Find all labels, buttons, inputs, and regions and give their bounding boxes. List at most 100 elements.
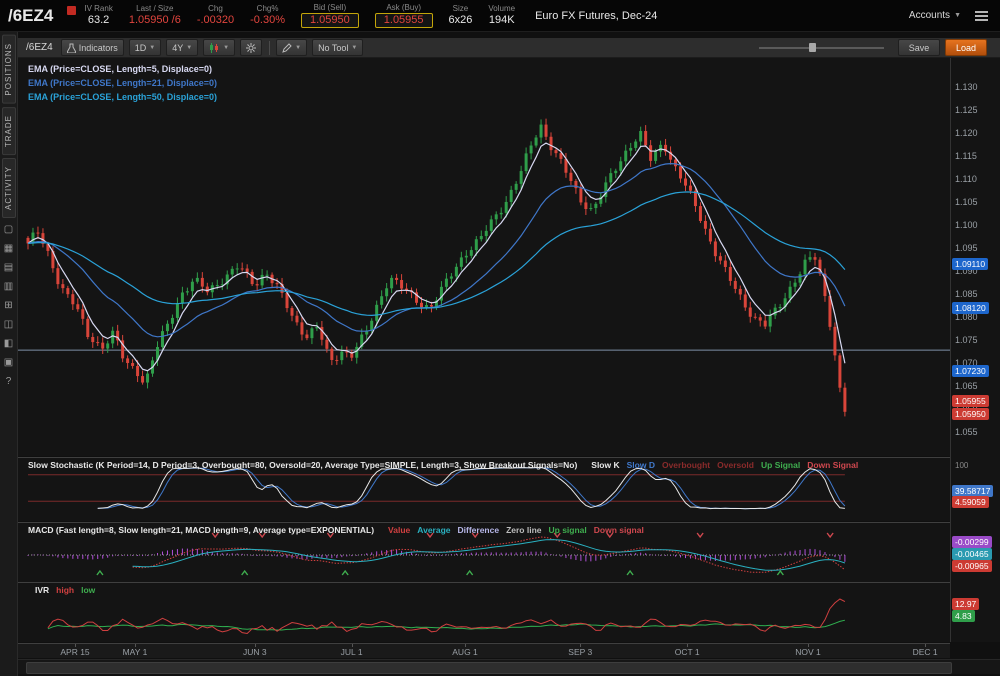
quote-field-label: Chg: [208, 4, 223, 13]
quote-field-label: Chg%: [256, 4, 279, 13]
macd-title: MACD (Fast length=8, Slow length=21, MAC…: [28, 525, 644, 535]
sidebar-users-icon[interactable]: ◧: [1, 336, 17, 351]
legend-item: IVR: [35, 585, 50, 595]
chevron-down-icon: ▼: [186, 44, 193, 51]
time-axis-label: AUG 1: [452, 647, 478, 657]
quote-header: /6EZ4 IV Rank 63.2 Last / Size 1.05950 /6 Ch…: [0, 0, 1000, 32]
chart-toolbar: /6EZ4 Indicators 1D ▼ 4Y ▼ ▼ ▼ No Tool ▼ Sa…: [18, 38, 1000, 58]
quote-field-label: Last / Size: [136, 4, 174, 13]
accounts-label: Accounts: [908, 10, 951, 21]
price-axis[interactable]: [950, 58, 1000, 642]
quote-field: Chg -.00320: [197, 4, 234, 27]
quote-field-label: IV Rank: [84, 4, 113, 13]
quote-field-value: 6x26: [448, 14, 473, 26]
ivr-title: IVR high low: [28, 585, 95, 595]
flask-icon: [66, 43, 76, 53]
legend-item: Value: [388, 525, 411, 535]
ema-legend-row: EMA (Price=CLOSE, Length=21, Displace=0): [28, 78, 217, 88]
legend-item: Up Signal: [761, 460, 801, 470]
legend-item: Difference: [457, 525, 500, 535]
time-axis-label: DEC 1: [912, 647, 938, 657]
range-dropdown[interactable]: 4Y ▼: [166, 39, 199, 56]
candlestick-plot[interactable]: [18, 58, 950, 456]
ema-legend-row: EMA (Price=CLOSE, Length=5, Displace=0): [28, 64, 212, 74]
legend-item: Down signal: [593, 525, 644, 535]
time-axis-label: APR 15: [60, 647, 90, 657]
ema-legend: EMA (Price=CLOSE, Length=5, Displace=0) E…: [28, 62, 217, 104]
sidebar-watchlist-icon[interactable]: ▤: [1, 260, 17, 275]
stochastic-pane[interactable]: Slow Stochastic (K Period=14, D Period=3…: [18, 457, 950, 521]
macd-pane[interactable]: MACD (Fast length=8, Slow length=21, MAC…: [18, 522, 950, 582]
quote-field-value: 63.2: [87, 14, 110, 26]
ivr-plot[interactable]: [18, 583, 950, 642]
left-sidebar: POSITIONS TRADE ACTIVITY ▢ ▦ ▤ ▥ ⊞ ◫ ◧ ▣?: [0, 32, 18, 676]
active-tool-dropdown[interactable]: No Tool ▼: [312, 39, 364, 56]
legend-item: Slow K: [591, 460, 620, 470]
quote-field: Size 6x26: [449, 4, 473, 27]
pencil-icon: [282, 42, 292, 53]
save-button[interactable]: Save: [898, 39, 940, 56]
legend-item: low: [81, 585, 96, 595]
stochastic-title-text: Slow Stochastic (K Period=14, D Period=3…: [28, 460, 578, 470]
sidebar-tab-activity[interactable]: ACTIVITY: [1, 157, 16, 218]
timeframe-dropdown[interactable]: 1D ▼: [128, 39, 162, 56]
sidebar-briefcase-icon[interactable]: ◫: [1, 317, 17, 332]
alert-flag-icon[interactable]: [67, 6, 77, 15]
zoom-slider[interactable]: [759, 43, 884, 52]
chart-style-dropdown[interactable]: ▼: [203, 39, 236, 56]
quote-field: Last / Size 1.05950 /6: [129, 4, 181, 27]
quote-field: Chg% -0.30%: [250, 4, 285, 27]
sidebar-chart-icon[interactable]: ▥: [1, 279, 17, 294]
zoom-slider-track: [759, 47, 884, 49]
zoom-slider-handle[interactable]: [809, 43, 816, 52]
drawing-set-dropdown[interactable]: ▼: [276, 39, 308, 56]
time-axis-label: MAY 1: [122, 647, 148, 657]
quote-field: IV Rank 63.2: [84, 4, 112, 27]
legend-item: Zero line: [506, 525, 542, 535]
chart-symbol-label: /6EZ4: [26, 42, 53, 53]
quote-fields: IV Rank 63.2 Last / Size 1.05950 /6 Chg -.003…: [84, 3, 531, 28]
quote-field-label: Ask (Buy): [386, 3, 421, 12]
chevron-down-icon: ▼: [351, 44, 358, 51]
price-chart-pane[interactable]: EMA (Price=CLOSE, Length=5, Displace=0) E…: [18, 58, 950, 456]
indicators-button[interactable]: Indicators: [60, 39, 124, 56]
time-axis-label: JUN 3: [242, 647, 267, 657]
sidebar-camera-icon[interactable]: ▣: [1, 355, 17, 370]
quote-field-value[interactable]: 1.05955: [374, 13, 433, 28]
sidebar-help-icon[interactable]: ?: [1, 374, 17, 389]
gear-icon: [246, 42, 257, 53]
stochastic-title: Slow Stochastic (K Period=14, D Period=3…: [28, 460, 858, 470]
quote-field-value: -0.30%: [250, 14, 285, 26]
quote-field-value: 194K: [488, 14, 515, 26]
sidebar-monitor-icon[interactable]: ▢: [1, 222, 17, 237]
quote-field-value[interactable]: 1.05950: [301, 13, 359, 28]
quote-field-label: Volume: [488, 4, 516, 13]
time-axis-label: JUL 1: [340, 647, 363, 657]
legend-item: high: [56, 585, 75, 595]
ema-legend-row: EMA (Price=CLOSE, Length=50, Displace=0): [28, 92, 217, 102]
legend-item: Overbought: [661, 460, 711, 470]
trading-platform-window: /6EZ4 IV Rank 63.2 Last / Size 1.05950 /6 Ch…: [0, 0, 1000, 676]
sidebar-tab-trade[interactable]: TRADE: [1, 106, 16, 155]
legend-item: Oversold: [717, 460, 754, 470]
sidebar-tab-positions[interactable]: POSITIONS: [1, 35, 16, 104]
contract-description: Euro FX Futures, Dec-24: [535, 9, 658, 22]
load-button[interactable]: Load: [945, 39, 987, 56]
ivr-pane[interactable]: IVR high low: [18, 582, 950, 642]
quote-field: Bid (Sell) 1.05950: [301, 3, 359, 28]
scrollbar-handle[interactable]: [26, 662, 952, 674]
sidebar-calendar-icon[interactable]: ▦: [1, 241, 17, 256]
candlestick-icon: [210, 42, 219, 53]
legend-item: Up signal: [548, 525, 587, 535]
symbol-title: /6EZ4: [8, 5, 54, 25]
chevron-down-icon: ▼: [954, 12, 961, 19]
menu-icon[interactable]: [975, 10, 988, 21]
sidebar-apps-grid-icon[interactable]: ⊞: [1, 298, 17, 313]
time-axis[interactable]: APR 15 MAY 1 JUN 3 JUL 1 AUG 1 SEP 3 OCT 1 NOV …: [18, 643, 950, 658]
accounts-dropdown[interactable]: Accounts ▼: [909, 10, 961, 21]
quote-field-label: Size: [452, 4, 469, 13]
quote-field-value: 1.05950 /6: [128, 14, 181, 26]
legend-item: Average: [417, 525, 451, 535]
chart-scrollbar[interactable]: [18, 659, 1000, 674]
chart-settings-button[interactable]: [240, 39, 263, 56]
